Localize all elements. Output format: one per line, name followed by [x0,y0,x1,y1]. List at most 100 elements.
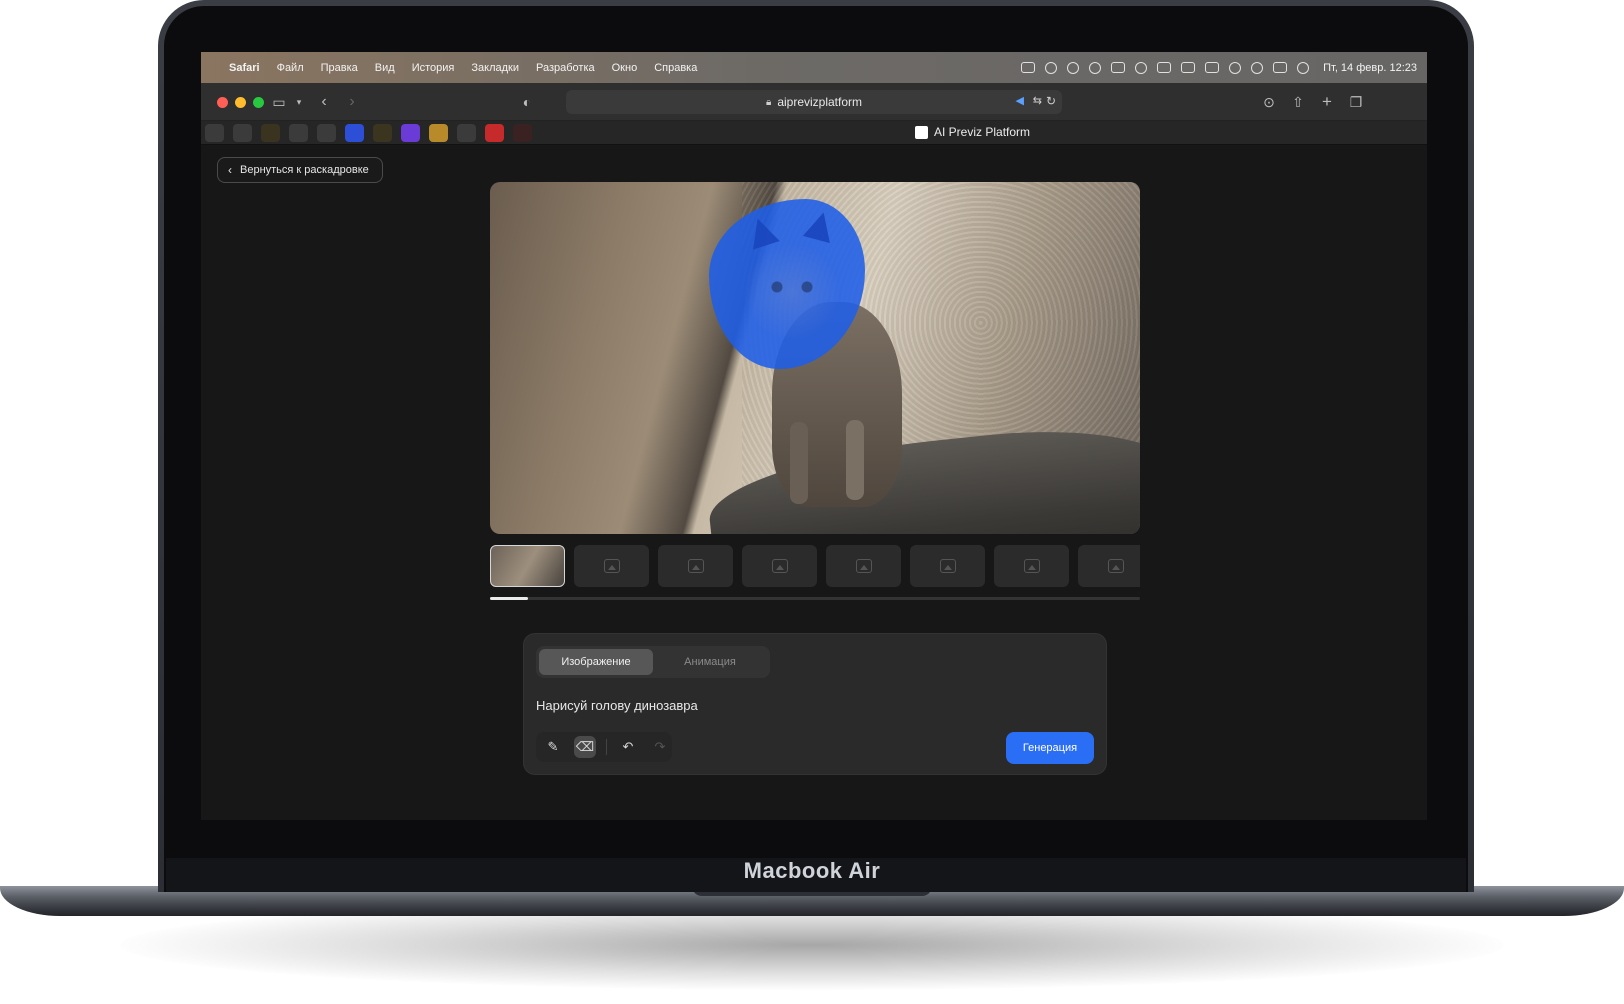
image-placeholder-icon [1023,559,1040,573]
back-to-storyboard-button[interactable]: ‹ Вернуться к раскадровке [217,157,383,183]
menu-item-view[interactable]: Вид [375,62,395,74]
pinned-tab-icon[interactable] [261,124,280,142]
thumbnail-scrollbar[interactable] [490,597,1140,600]
tab-image[interactable]: Изображение [539,649,653,675]
zoom-window-button[interactable] [253,97,264,108]
image-placeholder-icon [855,559,872,573]
address-text: aiprevizplatform [777,95,863,109]
chevron-left-icon: ‹ [228,163,232,177]
tab-favicon [915,125,928,139]
new-tab-icon[interactable]: + [1317,92,1337,112]
keyboard-layout-icon[interactable] [1157,62,1172,73]
main-image-canvas[interactable] [490,182,1140,534]
mode-switch: Изображение Анимация [536,646,770,678]
divider [606,739,607,755]
page: ‹ Вернуться к раскадровке Изображение Ан… [201,145,1427,820]
cat-face [742,242,842,342]
device-label: Macbook Air [743,858,881,883]
image-placeholder-icon [603,559,620,573]
menu-item-help[interactable]: Справка [654,62,697,74]
thumbnail-active[interactable] [490,545,565,587]
cat-leg [790,422,808,504]
thumbnail-strip [490,545,1140,587]
thumbnail-empty[interactable] [574,545,649,587]
pinned-tab-icon[interactable] [345,124,364,142]
brush-icon[interactable]: ✎ [542,736,564,758]
thumbnail-empty[interactable] [658,545,733,587]
pinned-tab-icon[interactable] [401,124,420,142]
image-placeholder-icon [771,559,788,573]
address-bar[interactable]: 🔒︎ aiprevizplatform ◀ ⇆ ↻ [566,90,1062,114]
thumbnail-empty[interactable] [742,545,817,587]
tab-bar: AI Previz Platform [201,121,1427,145]
pinned-tab-icon[interactable] [457,124,476,142]
menu-item-edit[interactable]: Правка [321,62,358,74]
menu-app-name[interactable]: Safari [229,62,260,74]
menu-clock[interactable]: Пт, 14 февр. 12:23 [1323,62,1417,74]
pinned-tab-icon[interactable] [205,124,224,142]
tab-animation[interactable]: Анимация [653,649,767,675]
pinned-tab-icon[interactable] [373,124,392,142]
menu-item-develop[interactable]: Разработка [536,62,595,74]
battery-icon[interactable] [1205,62,1220,73]
back-nav-icon[interactable]: ‹ [314,92,334,112]
thumbnail-empty[interactable] [826,545,901,587]
prompt-panel: Изображение Анимация Нарисуй голову дино… [523,633,1107,775]
spotlight-search-icon[interactable] [1251,61,1264,74]
image-placeholder-icon [1107,559,1124,573]
thumbnail-empty[interactable] [910,545,985,587]
back-button-label: Вернуться к раскадровке [240,164,369,176]
cloud-icon[interactable] [1067,61,1080,74]
redo-icon[interactable]: ↷ [649,736,671,758]
tab-overview-icon[interactable]: ❐ [1346,92,1366,112]
wifi-icon[interactable] [1229,61,1242,74]
close-window-button[interactable] [217,97,228,108]
undo-icon[interactable]: ↶ [617,736,639,758]
translate-icon[interactable]: ⇆ [1033,94,1042,107]
thumbnail-empty[interactable] [994,545,1069,587]
eraser-icon[interactable]: ⌫ [574,736,596,758]
lock-icon: 🔒︎ [765,96,772,108]
screen: Safari Файл Правка Вид История Закладки … [201,52,1427,820]
window-controls [217,97,264,108]
menu-item-file[interactable]: Файл [277,62,304,74]
minimize-window-button[interactable] [235,97,246,108]
brightness-icon[interactable] [1045,61,1058,74]
macos-menu-bar: Safari Файл Правка Вид История Закладки … [201,52,1427,83]
image-placeholder-icon [687,559,704,573]
chevron-down-icon[interactable]: ▾ [289,92,309,112]
privacy-shield-icon[interactable]: ◐ [517,92,537,112]
downloads-icon[interactable]: ⊙ [1259,92,1279,112]
siri-icon[interactable] [1297,61,1310,74]
reload-icon[interactable]: ↻ [1046,94,1056,108]
sidebar-toggle-icon[interactable]: ▭ [269,92,289,112]
menu-item-window[interactable]: Окно [612,62,638,74]
forward-nav-icon[interactable]: › [342,92,362,112]
pinned-tab-icon[interactable] [429,124,448,142]
status-icon-figma[interactable] [1021,62,1036,73]
scrollbar-thumb[interactable] [490,597,528,600]
cat-leg [846,420,864,500]
sync-icon[interactable] [1089,61,1102,74]
generate-button[interactable]: Генерация [1006,732,1094,764]
pinned-tab-icon[interactable] [317,124,336,142]
pinned-tab-icon[interactable] [485,124,504,142]
share-icon[interactable]: ⇧ [1288,92,1308,112]
status-area: Пт, 14 февр. 12:23 [1021,52,1417,83]
tab-title-text: AI Previz Platform [934,125,1031,139]
creative-cloud-icon[interactable] [1111,62,1126,73]
menu-item-history[interactable]: История [412,62,455,74]
pinned-tab-icon[interactable] [513,124,532,142]
bluetooth-icon[interactable] [1181,62,1196,73]
menu-item-bookmarks[interactable]: Закладки [471,62,519,74]
speaker-icon[interactable]: ◀ [1016,94,1024,107]
pinned-tab-icon[interactable] [289,124,308,142]
pinned-tab-icon[interactable] [233,124,252,142]
image-placeholder-icon [939,559,956,573]
prompt-input[interactable]: Нарисуй голову динозавра [536,698,698,713]
play-icon[interactable] [1135,61,1148,74]
active-tab[interactable]: AI Previz Platform [915,125,1030,139]
control-center-icon[interactable] [1273,62,1288,73]
pinned-tabs [205,124,532,142]
thumbnail-empty[interactable] [1078,545,1140,587]
